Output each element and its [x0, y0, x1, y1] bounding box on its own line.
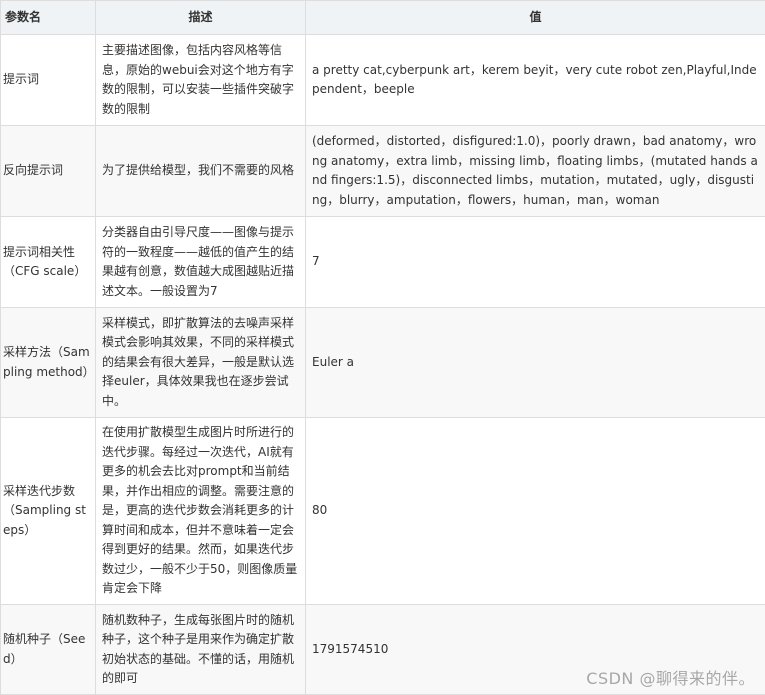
header-description: 描述 [95, 0, 306, 35]
table-header-row: 参数名 描述 值 [0, 0, 765, 35]
param-description-cell: 主要描述图像，包括内容风格等信息，原始的webui会对这个地方有字数的限制，可以… [95, 34, 306, 126]
param-description-cell: 为了提供给模型，我们不需要的风格 [95, 125, 306, 217]
csdn-watermark: CSDN @聊得来的伴。 [586, 669, 755, 688]
table-row: 采样方法（Sampling method） 采样模式，即扩散算法的去噪声采样模式… [0, 307, 765, 418]
param-description-cell: 采样模式，即扩散算法的去噪声采样模式会影响其效果，不同的采样模式的结果会有很大差… [95, 307, 306, 418]
table-row: 采样迭代步数（Sampling steps） 在使用扩散模型生成图片时所进行的迭… [0, 417, 765, 605]
param-name-cell: 提示词相关性（CFG scale） [0, 216, 96, 308]
param-name-cell: 提示词 [0, 34, 96, 126]
parameter-table: 参数名 描述 值 提示词 主要描述图像，包括内容风格等信息，原始的webui会对… [0, 0, 765, 695]
param-value-cell: a pretty cat,cyberpunk art，kerem beyit，v… [305, 34, 765, 126]
table-row: 提示词 主要描述图像，包括内容风格等信息，原始的webui会对这个地方有字数的限… [0, 34, 765, 126]
param-value-cell: Euler a [305, 307, 765, 418]
param-name-cell: 反向提示词 [0, 125, 96, 217]
param-value-cell: 7 [305, 216, 765, 308]
param-value-cell: 80 [305, 417, 765, 605]
param-value-cell: (deformed，distorted，disfigured:1.0)，poor… [305, 125, 765, 217]
param-description-cell: 在使用扩散模型生成图片时所进行的迭代步骤。每经过一次迭代，AI就有更多的机会去比… [95, 417, 306, 605]
table-row: 反向提示词 为了提供给模型，我们不需要的风格 (deformed，distort… [0, 125, 765, 217]
header-value: 值 [305, 0, 765, 35]
param-name-cell: 采样方法（Sampling method） [0, 307, 96, 418]
header-param-name: 参数名 [0, 0, 96, 35]
param-description-cell: 随机数种子，生成每张图片时的随机种子，这个种子是用来作为确定扩散初始状态的基础。… [95, 604, 306, 695]
param-name-cell: 随机种子（Seed） [0, 604, 96, 695]
table-row: 提示词相关性（CFG scale） 分类器自由引导尺度——图像与提示符的一致程度… [0, 216, 765, 308]
param-description-cell: 分类器自由引导尺度——图像与提示符的一致程度——越低的值产生的结果越有创意，数值… [95, 216, 306, 308]
param-name-cell: 采样迭代步数（Sampling steps） [0, 417, 96, 605]
